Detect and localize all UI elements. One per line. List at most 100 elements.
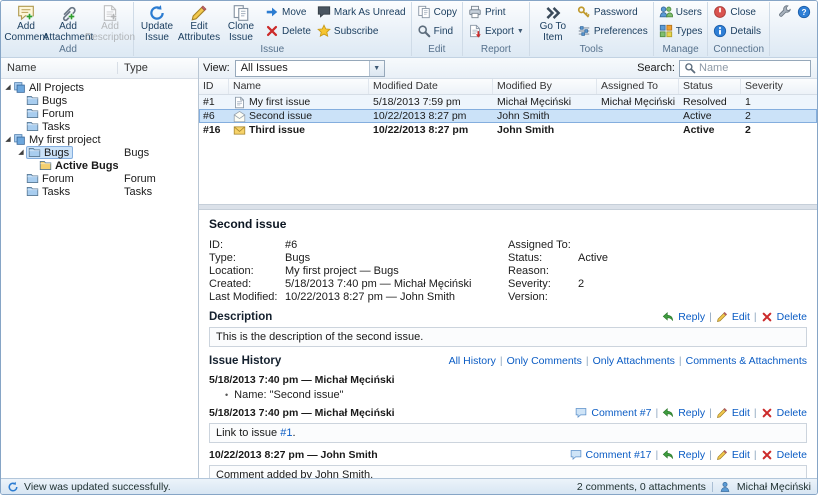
tree-item-all-projects[interactable]: ◢ All Projects — [1, 81, 198, 94]
clone-issue-button[interactable]: CloneIssue — [220, 2, 262, 44]
mark-as-unread-button[interactable]: Mark As Unread — [314, 3, 409, 21]
copy-button[interactable]: Copy — [414, 3, 460, 21]
tree-item-bugs-folder[interactable]: ◢ Bugs Bugs — [1, 146, 198, 159]
edit-attributes-button[interactable]: EditAttributes — [178, 2, 220, 44]
go-to-item-icon — [544, 4, 562, 22]
comment-icon — [575, 407, 587, 419]
main-toolbar: AddComment AddAttachment AddDescription … — [1, 1, 817, 58]
column-header-modified-date[interactable]: Modified Date — [369, 79, 493, 94]
attr-label-location: Location: — [209, 265, 285, 277]
search-input[interactable]: Name — [679, 60, 811, 77]
add-description-label: AddDescription — [85, 22, 135, 43]
tree-item-tasks-global[interactable]: Tasks — [1, 120, 198, 133]
attr-label-created: Created: — [209, 278, 285, 290]
types-button[interactable]: Types — [656, 22, 706, 40]
export-button[interactable]: Export ▼ — [465, 22, 527, 40]
issue-row-1[interactable]: #1 My first issue 5/18/2013 7:59 pm Mich… — [199, 95, 817, 109]
add-attachment-button[interactable]: AddAttachment — [47, 2, 89, 44]
issues-list-empty-area — [199, 137, 817, 204]
issue-row-16-unread[interactable]: #16 Third issue 10/22/2013 8:27 pm John … — [199, 123, 817, 137]
description-reply-link[interactable]: Reply — [678, 311, 705, 323]
add-comment-icon — [17, 4, 35, 22]
issue-unread-icon — [233, 124, 246, 137]
edit-attributes-icon — [190, 4, 208, 22]
description-edit-link[interactable]: Edit — [732, 311, 750, 323]
issue-row-6-selected[interactable]: #6 Second issue 10/22/2013 8:27 pm John … — [199, 109, 817, 123]
column-header-assigned-to[interactable]: Assigned To — [597, 79, 679, 94]
edit-icon — [716, 449, 728, 461]
chevron-down-icon[interactable]: ▼ — [369, 61, 384, 76]
sidebar-header: Name Type — [1, 58, 198, 79]
help-icon[interactable] — [797, 5, 811, 19]
comment-permalink[interactable]: Comment #17 — [586, 449, 652, 461]
password-icon — [577, 5, 591, 19]
move-button[interactable]: Move — [262, 3, 314, 21]
column-header-name[interactable]: Name — [229, 79, 369, 94]
attr-value-type: Bugs — [285, 252, 508, 264]
view-dropdown[interactable]: All Issues ▼ — [235, 60, 385, 77]
current-user: Michał Męciński — [737, 481, 811, 493]
comment-body: Link to issue #1. — [209, 423, 807, 443]
go-to-item-label: Go ToItem — [540, 22, 567, 43]
toolbar-group-report: Print Export ▼ Report — [463, 2, 530, 56]
issue-attributes: ID:#6 Type:Bugs Location:My first projec… — [209, 238, 807, 303]
description-section-header: Description Reply | Edit | Delete — [209, 309, 807, 325]
project-icon — [13, 81, 26, 94]
reply-icon — [662, 407, 674, 419]
wrench-icon[interactable] — [778, 5, 792, 19]
comment-permalink[interactable]: Comment #7 — [591, 407, 651, 419]
tree-item-active-bugs-view[interactable]: Active Bugs (1) — [1, 159, 198, 172]
issue-read-icon — [233, 110, 246, 123]
users-button[interactable]: Users — [656, 3, 706, 21]
expander-icon[interactable]: ◢ — [3, 84, 13, 91]
close-button[interactable]: Close — [710, 3, 764, 21]
expander-icon[interactable]: ◢ — [3, 136, 13, 143]
add-comment-label: AddComment — [4, 22, 47, 43]
webissues-window: AddComment AddAttachment AddDescription … — [0, 0, 818, 495]
password-button[interactable]: Password — [574, 3, 651, 21]
filter-only-comments[interactable]: Only Comments — [507, 355, 582, 367]
comment-delete-link[interactable]: Delete — [777, 449, 807, 461]
toolbar-group-tools: Go ToItem Password Preferences Tools — [530, 2, 654, 56]
comment-edit-link[interactable]: Edit — [732, 449, 750, 461]
search-column-value: Name — [699, 62, 728, 74]
tree-item-tasks-folder[interactable]: Tasks Tasks — [1, 185, 198, 198]
add-comment-button[interactable]: AddComment — [5, 2, 47, 44]
column-header-severity[interactable]: Severity — [741, 79, 817, 94]
filter-all-history[interactable]: All History — [449, 355, 496, 367]
project-icon — [13, 133, 26, 146]
delete-button[interactable]: Delete — [262, 22, 314, 40]
print-button[interactable]: Print — [465, 3, 527, 21]
toolbar-group-label-edit: Edit — [414, 44, 460, 56]
attr-label-severity: Severity: — [508, 278, 578, 290]
preferences-button[interactable]: Preferences — [574, 22, 651, 40]
folder-icon — [26, 172, 39, 185]
tree-item-bugs-global[interactable]: Bugs — [1, 94, 198, 107]
tree-item-forum-global[interactable]: Forum — [1, 107, 198, 120]
subscribe-button[interactable]: Subscribe — [314, 22, 409, 40]
tree-item-my-first-project[interactable]: ◢ My first project — [1, 133, 198, 146]
column-header-status[interactable]: Status — [679, 79, 741, 94]
find-button[interactable]: Find — [414, 22, 460, 40]
users-icon — [659, 5, 673, 19]
filter-only-attachments[interactable]: Only Attachments — [593, 355, 675, 367]
sidebar-column-type[interactable]: Type — [118, 62, 198, 74]
comment-edit-link[interactable]: Edit — [732, 407, 750, 419]
attr-label-type: Type: — [209, 252, 285, 264]
column-header-id[interactable]: ID — [199, 79, 229, 94]
issue-link[interactable]: #1 — [280, 427, 292, 439]
comment-delete-link[interactable]: Delete — [777, 407, 807, 419]
description-delete-link[interactable]: Delete — [777, 311, 807, 323]
export-dropdown-arrow[interactable]: ▼ — [517, 28, 524, 35]
column-header-modified-by[interactable]: Modified By — [493, 79, 597, 94]
comment-reply-link[interactable]: Reply — [678, 449, 705, 461]
comment-reply-link[interactable]: Reply — [678, 407, 705, 419]
update-issue-button[interactable]: UpdateIssue — [136, 2, 178, 44]
details-button[interactable]: Details — [710, 22, 764, 40]
attr-value-created: 5/18/2013 7:40 pm — Michał Męciński — [285, 278, 508, 290]
tree-item-forum-folder[interactable]: Forum Forum — [1, 172, 198, 185]
filter-comments-attachments[interactable]: Comments & Attachments — [686, 355, 807, 367]
expander-icon[interactable]: ◢ — [16, 149, 26, 156]
sidebar-column-name[interactable]: Name — [1, 62, 118, 74]
go-to-item-button[interactable]: Go ToItem — [532, 2, 574, 44]
